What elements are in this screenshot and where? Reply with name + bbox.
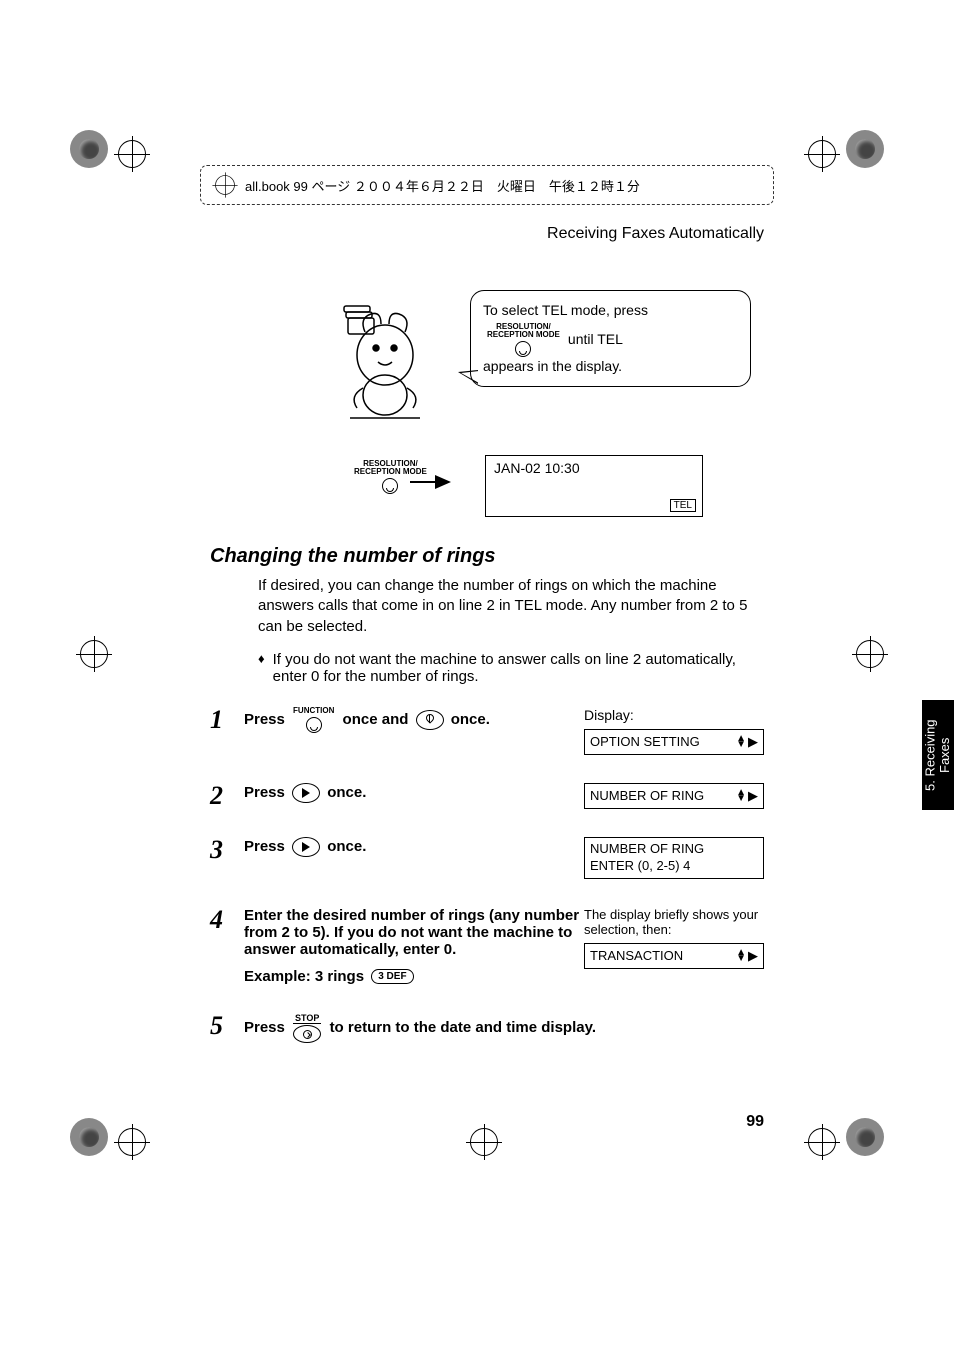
page: all.book 99 ページ ２００４年６月２２日 火曜日 午後１２時１分 R… <box>130 120 824 1171</box>
stop-key-icon: STOP <box>293 1013 321 1043</box>
running-head: Receiving Faxes Automatically <box>547 225 764 243</box>
numpad-key-icon: 3 DEF <box>371 969 413 984</box>
lcd-text: JAN-02 10:30 <box>494 460 580 476</box>
tip-bubble: To select TEL mode, press RESOLUTION/ RE… <box>470 290 751 387</box>
display-box: OPTION SETTING ▲▼▶ <box>584 729 764 755</box>
down-arrow-key-icon <box>416 710 444 730</box>
page-number: 99 <box>746 1113 764 1131</box>
step-number: 4 <box>210 907 244 933</box>
source-meta-text: all.book 99 ページ ２００４年６月２２日 火曜日 午後１２時１分 <box>245 176 640 195</box>
section-heading: Changing the number of rings <box>210 545 764 568</box>
bullet-item: ♦ If you do not want the machine to answ… <box>258 651 764 685</box>
step-number: 2 <box>210 783 244 809</box>
step-number: 5 <box>210 1013 244 1039</box>
crop-mark <box>70 640 108 673</box>
step-5: 5 Press STOP to return to the date and t… <box>210 1013 764 1043</box>
display-note: The display briefly shows your selection… <box>584 907 764 937</box>
display-box: NUMBER OF RING ▲▼▶ <box>584 783 764 809</box>
step-number: 1 <box>210 707 244 733</box>
chapter-tab: 5. Receiving Faxes <box>922 700 954 810</box>
step-1: 1 Press FUNCTION once and once. Display:… <box>210 707 764 755</box>
display-box: NUMBER OF RING ENTER (0, 2-5) 4 <box>584 837 764 879</box>
lcd-preview-row: RESOLUTION/ RECEPTION MODE JAN-02 10:30 … <box>210 455 764 535</box>
display-label: Display: <box>584 707 764 723</box>
nav-arrows-icon: ▲▼▶ <box>736 788 758 804</box>
arrow-right-icon <box>435 475 451 489</box>
tip-bubble-row: To select TEL mode, press RESOLUTION/ RE… <box>210 290 764 450</box>
nav-arrows-icon: ▲▼▶ <box>736 948 758 964</box>
source-meta-bar: all.book 99 ページ ２００４年６月２２日 火曜日 午後１２時１分 <box>200 165 774 205</box>
step-3: 3 Press once. NUMBER OF RING ENTER (0, 2… <box>210 837 764 879</box>
lcd-display: JAN-02 10:30 TEL <box>485 455 703 517</box>
mascot-illustration <box>330 300 440 430</box>
bubble-line: until TEL <box>568 330 623 350</box>
function-button-icon: FUNCTION <box>293 707 334 733</box>
bubble-line: appears in the display. <box>483 357 738 377</box>
reception-mode-button-icon: RESOLUTION/ RECEPTION MODE <box>487 323 560 357</box>
body-paragraph: If desired, you can change the number of… <box>258 576 764 637</box>
crop-mark <box>846 640 884 673</box>
bullet-text: If you do not want the machine to answer… <box>273 651 764 685</box>
step-number: 3 <box>210 837 244 863</box>
display-box: TRANSACTION ▲▼▶ <box>584 943 764 969</box>
step-2: 2 Press once. NUMBER OF RING ▲▼▶ <box>210 783 764 809</box>
bubble-line: To select TEL mode, press <box>483 301 738 321</box>
nav-arrows-icon: ▲▼▶ <box>736 734 758 750</box>
reception-mode-button-icon: RESOLUTION/ RECEPTION MODE <box>354 460 427 494</box>
right-arrow-key-icon <box>292 837 320 857</box>
arrow-line <box>410 481 438 483</box>
lcd-mode-tag: TEL <box>670 499 696 512</box>
step-4: 4 Enter the desired number of rings (any… <box>210 907 764 985</box>
right-arrow-key-icon <box>292 783 320 803</box>
bullet-diamond-icon: ♦ <box>258 651 265 685</box>
